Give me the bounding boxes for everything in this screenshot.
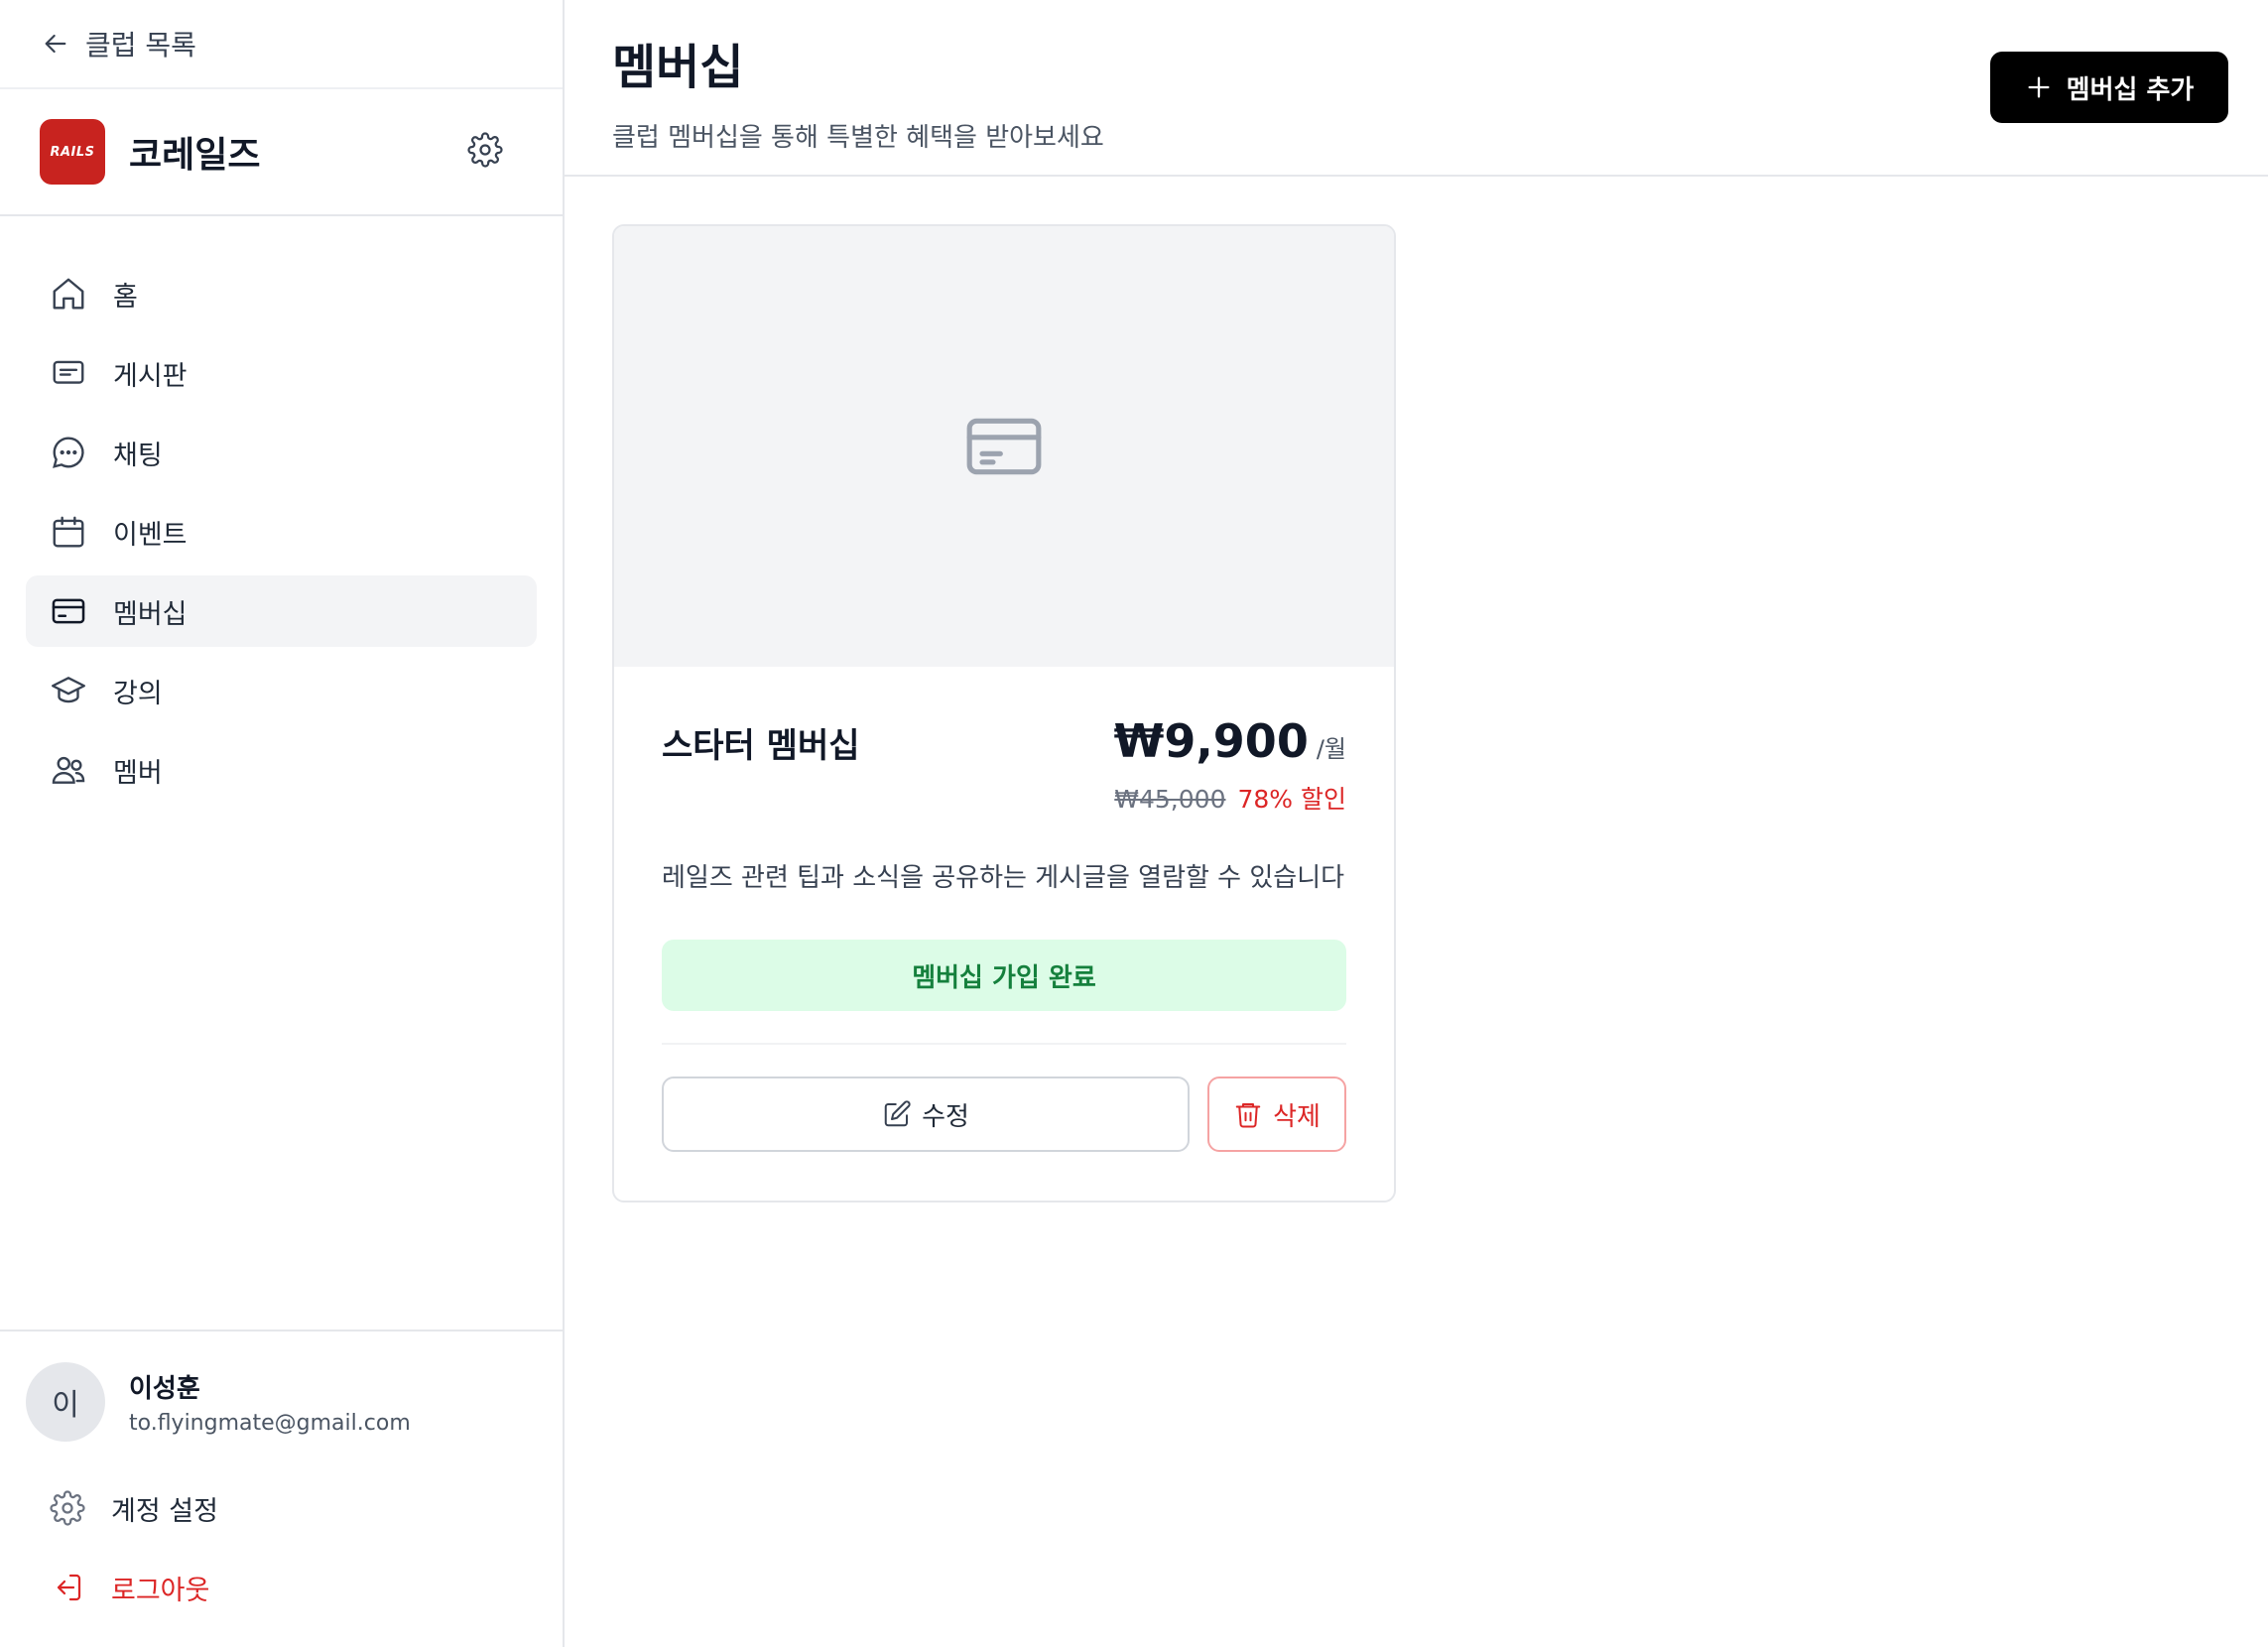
calendar-icon [53, 516, 84, 548]
logout-label: 로그아웃 [111, 1575, 210, 1606]
sidebar-item-lectures[interactable]: 강의 [26, 655, 537, 726]
plus-icon [2028, 76, 2050, 98]
user-name: 이성훈 [129, 1374, 200, 1404]
club-name: 코레일즈 [129, 135, 261, 176]
delete-label: 삭제 [1273, 1101, 1321, 1132]
gear-icon [467, 132, 503, 168]
users-icon [52, 756, 85, 784]
delete-button[interactable]: 삭제 [1207, 1077, 1346, 1152]
board-icon [53, 360, 84, 384]
club-header: RAILS 코레일즈 [0, 89, 563, 216]
main-content: 멤버십 클럽 멤버십을 통해 특별한 혜택을 받아보세요 멤버십 추가 스타터 … [565, 0, 2268, 1647]
club-logo: RAILS [40, 119, 105, 185]
sidebar-item-membership[interactable]: 멤버십 [26, 575, 537, 647]
user-profile[interactable]: 이 이성훈 to.flyingmate@gmail.com [26, 1361, 537, 1443]
membership-description: 레일즈 관련 팁과 소식을 공유하는 게시글을 열람할 수 있습니다 [662, 863, 1345, 893]
edit-label: 수정 [922, 1101, 969, 1132]
trash-icon [1235, 1103, 1261, 1128]
sidebar-item-chat[interactable]: 채팅 [26, 417, 537, 488]
sidebar-item-label: 채팅 [113, 440, 163, 471]
price-unit: /월 [1316, 735, 1346, 763]
sidebar-item-label: 홈 [113, 281, 138, 313]
sidebar-item-label: 멤버 [113, 757, 163, 789]
sidebar-item-events[interactable]: 이벤트 [26, 496, 537, 568]
membership-status-badge: 멤버십 가입 완료 [662, 940, 1346, 1011]
membership-name: 스타터 멤버십 [662, 726, 860, 766]
membership-image-placeholder [614, 226, 1394, 667]
avatar: 이 [26, 1362, 105, 1442]
sidebar-nav: 홈 게시판 채팅 이벤트 멤버십 강의 멤버 [0, 216, 563, 806]
membership-price: ₩9,900 [1113, 714, 1309, 768]
add-membership-button[interactable]: 멤버십 추가 [1990, 52, 2228, 123]
back-to-club-list-link[interactable]: 클럽 목록 [0, 0, 563, 89]
sidebar-item-label: 이벤트 [113, 519, 188, 551]
chat-icon [53, 437, 84, 468]
sidebar-item-label: 멤버십 [113, 598, 188, 630]
back-link-label: 클럽 목록 [85, 29, 196, 62]
sidebar: 클럽 목록 RAILS 코레일즈 홈 게시판 채팅 이벤트 멤버십 강의 멤버 … [0, 0, 565, 1647]
sidebar-footer: 이 이성훈 to.flyingmate@gmail.com 계정 설정 로그아웃 [0, 1330, 563, 1647]
arrow-left-icon [45, 34, 66, 54]
original-price: ₩45,000 [1114, 785, 1226, 814]
edit-icon [884, 1100, 911, 1127]
sidebar-item-label: 강의 [113, 678, 163, 709]
add-membership-label: 멤버십 추가 [2066, 74, 2195, 105]
membership-card: 스타터 멤버십 ₩9,900/월 ₩45,000 78% 할인 레일즈 관련 팁과… [612, 224, 1396, 1203]
sidebar-item-board[interactable]: 게시판 [26, 337, 537, 409]
edit-button[interactable]: 수정 [662, 1077, 1190, 1152]
discount-badge: 78% 할인 [1237, 785, 1346, 814]
logout-link[interactable]: 로그아웃 [26, 1548, 537, 1627]
graduation-cap-icon [51, 677, 86, 703]
sidebar-item-home[interactable]: 홈 [26, 258, 537, 329]
club-settings-button[interactable] [467, 132, 503, 172]
home-icon [53, 278, 84, 310]
sidebar-item-label: 게시판 [113, 360, 188, 392]
account-settings-link[interactable]: 계정 설정 [26, 1468, 537, 1548]
gear-icon [50, 1490, 85, 1526]
logout-icon [57, 1574, 81, 1601]
divider [662, 1043, 1346, 1045]
credit-card-icon [966, 418, 1042, 475]
account-settings-label: 계정 설정 [111, 1495, 218, 1527]
credit-card-icon [52, 598, 85, 624]
sidebar-item-members[interactable]: 멤버 [26, 734, 537, 806]
user-email: to.flyingmate@gmail.com [129, 1411, 411, 1436]
page-header: 멤버십 클럽 멤버십을 통해 특별한 혜택을 받아보세요 멤버십 추가 [565, 0, 2268, 177]
